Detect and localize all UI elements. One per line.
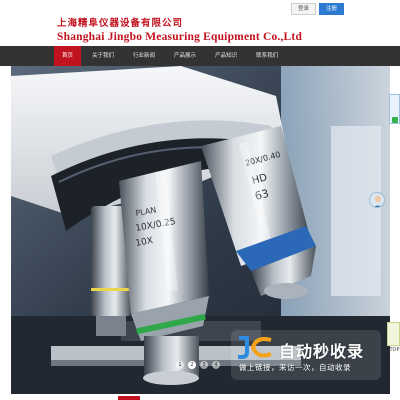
login-link[interactable]: 登录 [290, 3, 316, 15]
side-cta-tab[interactable] [387, 322, 400, 346]
back-to-top-button[interactable]: TOP [389, 346, 400, 354]
wechat-widget[interactable] [389, 94, 400, 124]
watermark-subtitle: 做上链接，来访一次，自动收录 [239, 363, 351, 372]
nav-item-contact[interactable]: 联系我们 [248, 46, 286, 66]
customer-service-icon[interactable] [369, 192, 385, 208]
company-name-cn: 上海精阜仪器设备有限公司 [57, 18, 184, 29]
site-header: 上海精阜仪器设备有限公司 Shanghai Jingbo Measuring E… [0, 0, 400, 46]
slider-dot-active[interactable]: 2 [188, 361, 196, 369]
bottom-strip [0, 394, 400, 400]
nav-item-home[interactable]: 首页 [54, 46, 82, 66]
nav-items: 首页 关于我们 行业新闻 产品展示 产品知识 联系我们 [54, 46, 289, 66]
register-link[interactable]: 注册 [318, 3, 344, 15]
nav-item-knowledge[interactable]: 产品知识 [207, 46, 245, 66]
slider-dot[interactable]: 3 [200, 361, 208, 369]
main-nav: 首页 关于我们 行业新闻 产品展示 产品知识 联系我们 [0, 46, 400, 66]
wechat-icon [392, 117, 398, 123]
section-marker [118, 396, 140, 400]
slider-dots: 1 2 3 4 [176, 361, 220, 369]
watermark-overlay: 自动秒收录 做上链接，来访一次，自动收录 [231, 330, 381, 380]
nav-item-products[interactable]: 产品展示 [166, 46, 204, 66]
slider-dot[interactable]: 4 [212, 361, 220, 369]
watermark-title: 自动秒收录 [279, 342, 365, 361]
nav-item-about[interactable]: 关于我们 [84, 46, 122, 66]
company-name-en: Shanghai Jingbo Measuring Equipment Co.,… [57, 31, 303, 43]
slider-dot[interactable]: 1 [176, 361, 184, 369]
page: 上海精阜仪器设备有限公司 Shanghai Jingbo Measuring E… [0, 0, 400, 400]
top-links: 登录 注册 [290, 3, 344, 15]
watermark-logo-icon [238, 336, 272, 359]
nav-item-news[interactable]: 行业新闻 [125, 46, 163, 66]
